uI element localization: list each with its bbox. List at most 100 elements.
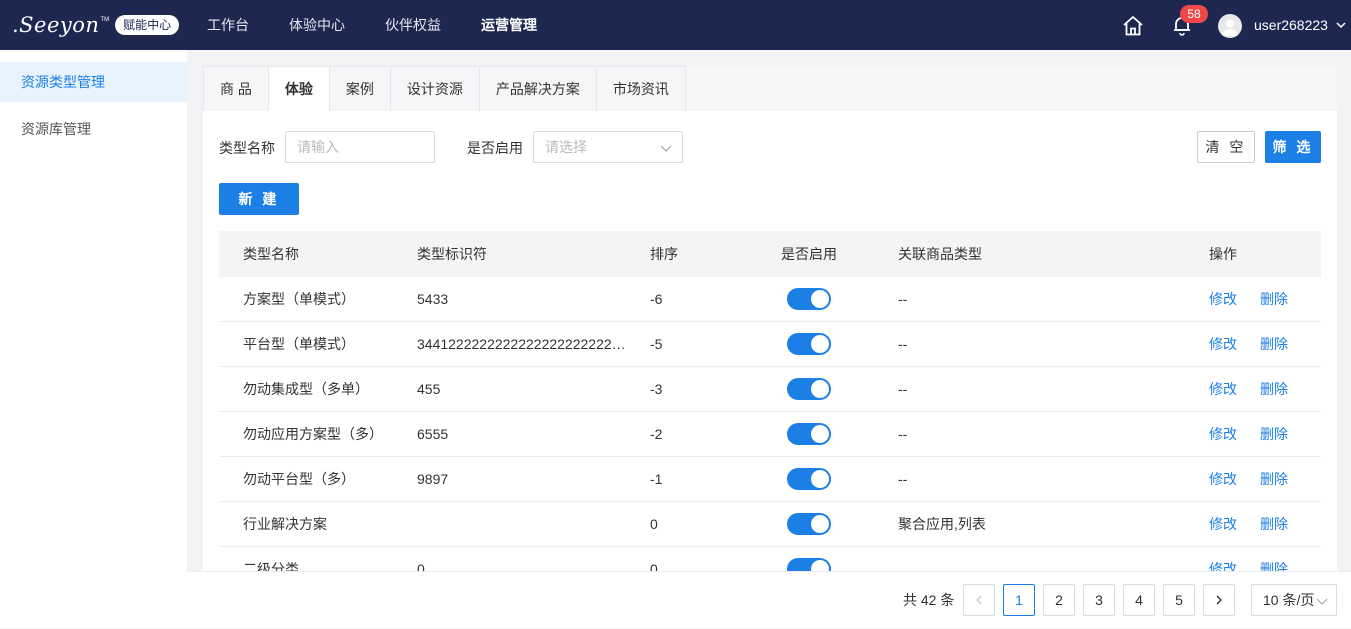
table-row: 勿动平台型（多） 9897 -1 -- 修改 删除 (219, 457, 1321, 502)
main-panel: 商 品 体验 案例 设计资源 产品解决方案 市场资讯 类型名称 请输入 是否启用… (203, 66, 1337, 572)
enabled-label: 是否启用 (467, 140, 523, 156)
enabled-toggle[interactable] (787, 333, 831, 355)
tab-bar: 商 品 体验 案例 设计资源 产品解决方案 市场资讯 (203, 66, 1337, 111)
seeyon-logo[interactable]: .Seeyon TM 赋能中心 (12, 12, 180, 38)
table-row: 勿动应用方案型（多） 6555 -2 -- 修改 删除 (219, 412, 1321, 457)
cell-sort: -6 (650, 291, 663, 307)
notification-badge: 58 (1180, 5, 1208, 23)
cell-sort: -2 (650, 426, 663, 442)
column-header-actions: 操作 (1209, 246, 1237, 262)
nav-item-experience-center[interactable]: 体验中心 (269, 0, 365, 50)
cell-identifier: 34412222222222222222222222... (417, 336, 629, 352)
delete-link[interactable]: 删除 (1260, 469, 1288, 489)
cell-identifier: 5433 (417, 291, 449, 307)
edit-link[interactable]: 修改 (1209, 289, 1237, 309)
chevron-right-icon (1216, 595, 1222, 605)
table-row: 方案型（单模式） 5433 -6 -- 修改 删除 (219, 277, 1321, 322)
enabled-toggle[interactable] (787, 558, 831, 572)
logo-text: .Seeyon (12, 13, 100, 37)
delete-link[interactable]: 删除 (1260, 289, 1288, 309)
edit-link[interactable]: 修改 (1209, 379, 1237, 399)
cell-related-product-type: -- (898, 336, 908, 352)
filter-button[interactable]: 筛 选 (1265, 131, 1321, 163)
enabled-toggle[interactable] (787, 468, 831, 490)
type-name-input[interactable]: 请输入 (285, 131, 435, 163)
tab-market-news[interactable]: 市场资讯 (596, 66, 686, 111)
page-button-5[interactable]: 5 (1163, 584, 1195, 616)
clear-button[interactable]: 清 空 (1197, 131, 1255, 163)
cell-related-product-type: -- (898, 471, 908, 487)
logo-trademark: TM (100, 17, 110, 23)
logo-badge: 赋能中心 (115, 15, 180, 35)
page-button-2[interactable]: 2 (1043, 584, 1075, 616)
delete-link[interactable]: 删除 (1260, 424, 1288, 444)
type-name-label: 类型名称 (219, 140, 275, 156)
cell-identifier: 9897 (417, 471, 449, 487)
pagination-bar: 共 42 条 1 2 3 4 5 10 条/页 (187, 571, 1351, 628)
avatar[interactable] (1218, 14, 1242, 38)
column-header-type-name: 类型名称 (243, 246, 299, 262)
tab-experience[interactable]: 体验 (268, 66, 330, 111)
nav-item-operations[interactable]: 运营管理 (461, 0, 557, 50)
enabled-select[interactable]: 请选择 (533, 131, 683, 163)
edit-link[interactable]: 修改 (1209, 469, 1237, 489)
column-header-sort: 排序 (650, 246, 678, 262)
tab-cases[interactable]: 案例 (329, 66, 391, 111)
enabled-toggle[interactable] (787, 288, 831, 310)
prev-page-button[interactable] (963, 584, 995, 616)
edit-link[interactable]: 修改 (1209, 424, 1237, 444)
cell-identifier: 6555 (417, 426, 449, 442)
enabled-toggle[interactable] (787, 423, 831, 445)
cell-type-name: 平台型（单模式） (243, 336, 355, 352)
cell-sort: 0 (650, 516, 658, 532)
cell-type-name: 勿动平台型（多） (243, 471, 355, 487)
page-button-4[interactable]: 4 (1123, 584, 1155, 616)
table-header: 类型名称 类型标识符 排序 是否启用 关联商品类型 操作 (219, 231, 1321, 277)
nav-item-partner-benefits[interactable]: 伙伴权益 (365, 0, 461, 50)
page-size-select[interactable]: 10 条/页 (1251, 584, 1337, 616)
nav-item-workbench[interactable]: 工作台 (187, 0, 269, 50)
table-row: 平台型（单模式） 34412222222222222222222222... -5 -… (219, 322, 1321, 367)
username[interactable]: user268223 (1254, 0, 1328, 50)
page-button-1[interactable]: 1 (1003, 584, 1035, 616)
tab-products[interactable]: 商 品 (203, 66, 269, 111)
delete-link[interactable]: 删除 (1260, 379, 1288, 399)
delete-link[interactable]: 删除 (1260, 334, 1288, 354)
tab-design-resources[interactable]: 设计资源 (390, 66, 480, 111)
chevron-down-icon[interactable] (1335, 19, 1347, 31)
sidebar-item-resource-type-management[interactable]: 资源类型管理 (0, 62, 187, 102)
cell-type-name: 勿动应用方案型（多） (243, 426, 383, 442)
chevron-down-icon (1316, 598, 1328, 605)
cell-sort: -1 (650, 471, 663, 487)
enabled-toggle[interactable] (787, 513, 831, 535)
cell-sort: -5 (650, 336, 663, 352)
new-button[interactable]: 新 建 (219, 183, 299, 215)
cell-related-product-type: -- (898, 381, 908, 397)
total-count: 共 42 条 (903, 592, 955, 608)
page-size-value: 10 条/页 (1263, 592, 1315, 608)
table-row: 行业解决方案 0 聚合应用,列表 修改 删除 (219, 502, 1321, 547)
cell-related-product-type: 聚合应用,列表 (898, 516, 986, 532)
page-button-3[interactable]: 3 (1083, 584, 1115, 616)
table-body: 方案型（单模式） 5433 -6 -- 修改 删除 平台型（单模式） 344122222222… (219, 277, 1321, 572)
top-bar: .Seeyon TM 赋能中心 工作台 体验中心 伙伴权益 运营管理 58 us… (0, 0, 1351, 50)
column-header-enabled: 是否启用 (781, 246, 837, 262)
edit-link[interactable]: 修改 (1209, 334, 1237, 354)
resource-type-table: 类型名称 类型标识符 排序 是否启用 关联商品类型 操作 方案型（单模式） 543… (219, 231, 1321, 572)
sidebar-item-resource-library-management[interactable]: 资源库管理 (0, 110, 187, 158)
edit-link[interactable]: 修改 (1209, 514, 1237, 534)
column-header-identifier: 类型标识符 (417, 246, 487, 262)
sidebar: 资源类型管理 资源库管理 (0, 50, 187, 628)
user-avatar-icon (1222, 19, 1238, 36)
enabled-toggle[interactable] (787, 378, 831, 400)
home-icon[interactable] (1122, 15, 1144, 37)
cell-related-product-type: -- (898, 291, 908, 307)
next-page-button[interactable] (1203, 584, 1235, 616)
cell-identifier: 455 (417, 381, 441, 397)
chevron-left-icon (976, 595, 982, 605)
tab-product-solutions[interactable]: 产品解决方案 (479, 66, 597, 111)
cell-type-name: 方案型（单模式） (243, 291, 355, 307)
delete-link[interactable]: 删除 (1260, 514, 1288, 534)
table-row: 二级分类 0 0 修改 删除 (219, 547, 1321, 572)
cell-related-product-type: -- (898, 426, 908, 442)
